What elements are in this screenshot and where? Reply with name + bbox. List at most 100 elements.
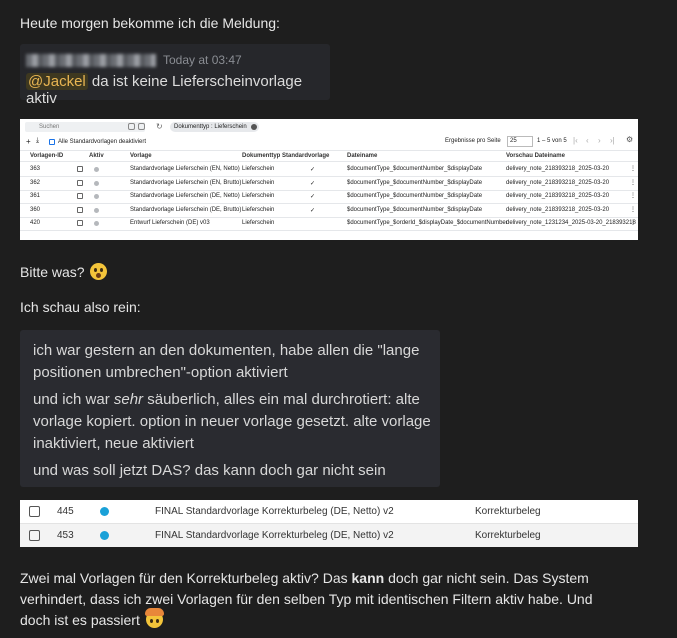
select-all-checkbox[interactable] — [49, 139, 55, 145]
results-per-page-select[interactable]: 25 — [507, 136, 533, 147]
reaction-text: Bitte was? — [20, 262, 108, 283]
row-dokumenttyp: Lieferschein — [242, 166, 275, 172]
inactive-status-dot — [94, 221, 99, 227]
astonished-emoji-icon — [90, 263, 108, 280]
row-standard-check: ✓ — [310, 207, 316, 214]
row-dateiname: $documentType_$documentNumber_$displayDa… — [347, 206, 483, 213]
row-id: 445 — [57, 506, 74, 517]
search-input[interactable]: Suchen — [25, 122, 145, 132]
row-standard-check: ✓ — [310, 194, 316, 201]
next-page-icon[interactable]: › — [598, 136, 601, 145]
inactive-status-dot — [94, 207, 99, 213]
redacted-username — [26, 54, 156, 67]
templates-table-screenshot: Suchen ↻ Dokumenttyp : Lieferschein + ⤓ … — [20, 119, 638, 240]
row-standard-check: ✓ — [310, 180, 316, 187]
bitte-was-text: Bitte was? — [20, 264, 85, 280]
row-checkbox[interactable] — [77, 206, 83, 213]
quote-line-3: und ich war sehr säuberlich, alles ein m… — [33, 391, 420, 408]
row-id: 420 — [30, 220, 41, 227]
table-row[interactable]: 361 Standardvorlage Lieferschein (DE, Net… — [20, 190, 638, 205]
row-vorlage: Standardvorlage Lieferschein (EN, Netto) — [130, 166, 240, 172]
row-more-icon[interactable]: ⋮ — [630, 206, 636, 213]
active-status-dot — [100, 507, 109, 516]
header-dateiname[interactable]: Dateiname — [347, 153, 377, 159]
row-typ: Korrekturbeleg — [475, 506, 541, 517]
row-dokumenttyp: Lieferschein — [242, 206, 275, 213]
row-dokumenttyp: Lieferschein — [242, 220, 275, 227]
message-body: @Jackel da ist keine Lieferscheinvorlage… — [26, 73, 330, 107]
table-row[interactable]: 360 Standardvorlage Lieferschein (DE, Bru… — [20, 204, 638, 218]
intro-text: Heute morgen bekomme ich die Meldung: — [20, 15, 280, 31]
table-row[interactable]: 453 FINAL Standardvorlage Korrekturbeleg… — [20, 524, 638, 547]
row-checkbox[interactable] — [77, 220, 83, 227]
last-page-icon[interactable]: ›| — [610, 136, 615, 145]
header-vorschau[interactable]: Vorschau Dateiname — [506, 153, 565, 159]
first-page-icon[interactable]: |‹ — [573, 136, 578, 145]
close-icon[interactable] — [250, 124, 257, 130]
copy-icon[interactable] — [128, 123, 135, 130]
row-vorlage: Entwurf Lieferschein (DE) v03 — [130, 220, 210, 227]
row-id: 453 — [57, 530, 74, 541]
user-mention[interactable]: @Jackel — [26, 73, 88, 90]
row-more-icon[interactable]: ⋮ — [630, 179, 636, 186]
header-aktiv[interactable]: Aktiv — [89, 153, 104, 159]
row-dokumenttyp: Lieferschein — [242, 193, 275, 200]
row-checkbox[interactable] — [77, 166, 83, 172]
row-checkbox[interactable] — [77, 179, 83, 186]
row-more-icon[interactable]: ⋮ — [630, 192, 636, 199]
row-vorschau: delivery_note_218393218_2025-03-20 — [506, 166, 610, 172]
inactive-status-dot — [94, 167, 99, 172]
settings-gear-icon[interactable]: ⚙ — [626, 135, 633, 144]
row-dokumenttyp: Lieferschein — [242, 179, 275, 186]
filter-chip-label: Dokumenttyp : Lieferschein — [174, 124, 247, 130]
results-per-page-label: Ergebnisse pro Seite — [445, 138, 501, 144]
table-row[interactable]: 362 Standardvorlage Lieferschein (EN, Bru… — [20, 177, 638, 191]
row-more-icon[interactable]: ⋮ — [630, 219, 636, 226]
table-row[interactable]: 363 Standardvorlage Lieferschein (EN, Net… — [20, 163, 638, 177]
quote-line-4: vorlage kopiert. option in neuer vorlage… — [33, 413, 431, 430]
row-checkbox[interactable] — [29, 530, 40, 541]
refresh-icon[interactable]: ↻ — [156, 122, 163, 131]
row-id: 363 — [30, 166, 41, 172]
deactivate-all-label: Alle Standardvorlagen deaktiviert — [58, 139, 147, 145]
row-checkbox[interactable] — [77, 193, 83, 200]
row-vorschau: delivery_note_1231234_2025-03-20_2183932… — [506, 220, 636, 227]
row-id: 360 — [30, 206, 41, 213]
pagination-text: 1 – 5 von 5 — [537, 138, 567, 144]
schau-text: Ich schau also rein: — [20, 299, 141, 315]
korrekturbeleg-table-screenshot: 445 FINAL Standardvorlage Korrekturbeleg… — [20, 500, 638, 547]
row-checkbox[interactable] — [29, 506, 40, 517]
header-standardvorlage[interactable]: Standardvorlage — [282, 153, 329, 159]
row-standard-check: ✓ — [310, 167, 316, 173]
quote-line-1: ich war gestern an den dokumenten, habe … — [33, 342, 420, 359]
row-vorschau: delivery_note_218393218_2025-03-20 — [506, 206, 610, 213]
row-id: 362 — [30, 179, 41, 186]
prev-page-icon[interactable]: ‹ — [586, 136, 589, 145]
add-icon[interactable]: + — [26, 137, 31, 146]
header-vorlage[interactable]: Vorlage — [130, 153, 152, 159]
row-vorlage: Standardvorlage Lieferschein (EN, Brutto… — [130, 179, 242, 186]
quote-line-6: und was soll jetzt DAS? das kann doch ga… — [33, 462, 386, 479]
download-icon[interactable]: ⤓ — [36, 137, 39, 145]
search-placeholder: Suchen — [39, 124, 60, 130]
row-vorschau: delivery_note_218393218_2025-03-20 — [506, 193, 610, 200]
row-dateiname: $documentType_$documentNumber_$displayDa… — [347, 193, 483, 200]
header-dokumenttyp[interactable]: Dokumenttyp — [242, 153, 280, 159]
row-vorlage: FINAL Standardvorlage Korrekturbeleg (DE… — [155, 506, 394, 517]
inactive-status-dot — [94, 194, 99, 200]
quote-line-5: inaktiviert, neue aktiviert — [33, 435, 194, 452]
table-row[interactable]: 420 Entwurf Lieferschein (DE) v03 Liefersc… — [20, 217, 638, 232]
row-vorlage: Standardvorlage Lieferschein (DE, Brutto… — [130, 206, 242, 213]
table-row[interactable]: 445 FINAL Standardvorlage Korrekturbeleg… — [20, 500, 638, 523]
active-status-dot — [100, 531, 109, 540]
outro-line-2: verhindert, dass ich zwei Vorlagen für d… — [20, 591, 593, 607]
quote-line-2: positionen umbrechen"-option aktiviert — [33, 364, 288, 381]
outro-line-1: Zwei mal Vorlagen für den Korrekturbeleg… — [20, 570, 589, 586]
header-vorlagen-id[interactable]: Vorlagen-ID — [30, 153, 63, 159]
export-icon[interactable] — [138, 123, 145, 130]
row-dateiname: $documentType_$documentNumber_$displayDa… — [347, 166, 483, 172]
quote-block: ich war gestern an den dokumenten, habe … — [20, 330, 440, 487]
chat-message-card: Today at 03:47 @Jackel da ist keine Lief… — [20, 44, 330, 107]
filter-chip[interactable]: Dokumenttyp : Lieferschein — [170, 122, 259, 132]
row-more-icon[interactable]: ⋮ — [630, 165, 636, 172]
